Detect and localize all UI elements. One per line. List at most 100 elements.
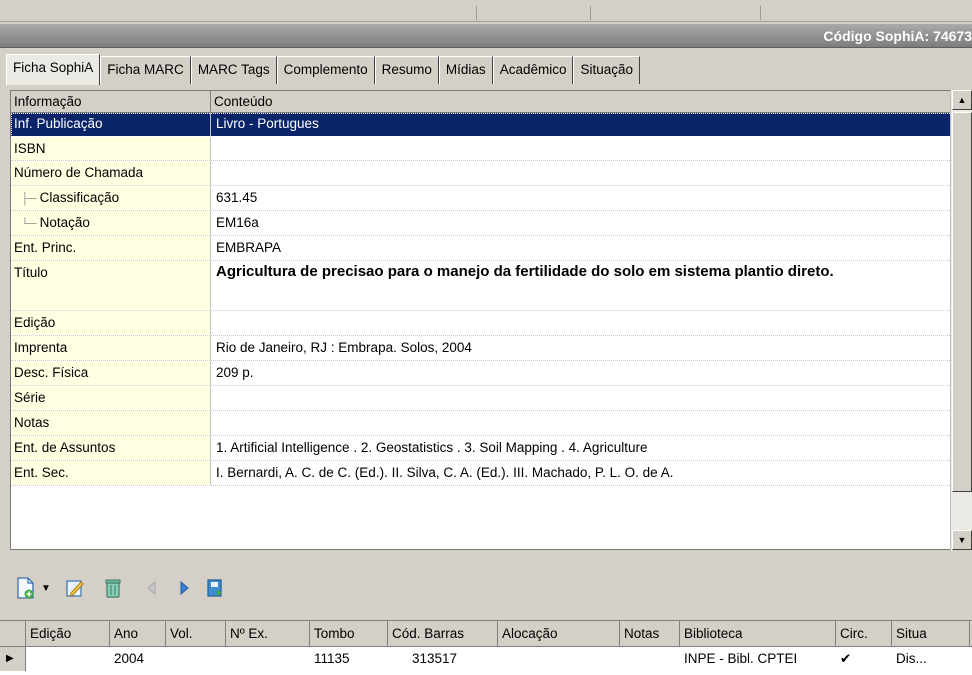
- cell-biblioteca: INPE - Bibl. CPTEI: [684, 651, 798, 666]
- column-header-edicao[interactable]: Edição: [26, 621, 110, 646]
- exemplares-grid: Edição Ano Vol. Nº Ex. Tombo Cód. Barras…: [0, 620, 972, 675]
- cell-vol: [166, 647, 226, 671]
- row-value: [211, 137, 972, 160]
- tab-complemento[interactable]: Complemento: [276, 56, 375, 84]
- grid-row[interactable]: ISBN: [11, 137, 972, 161]
- column-header-circ[interactable]: Circ.: [836, 621, 892, 646]
- grid-row[interactable]: Ent. Sec. I. Bernardi, A. C. de C. (Ed.)…: [11, 461, 972, 486]
- new-document-icon[interactable]: [14, 576, 36, 600]
- codigo-sophia: Código SophiA: 74673: [823, 28, 972, 44]
- grid-row[interactable]: Ent. Princ. EMBRAPA: [11, 236, 972, 261]
- grid-header: Informação Conteúdo: [11, 91, 972, 113]
- exemplares-toolbar: ▼: [0, 570, 972, 606]
- row-label: Notas: [11, 411, 211, 435]
- grid-row[interactable]: Ent. de Assuntos 1. Artificial Intellige…: [11, 436, 972, 461]
- scroll-up-icon[interactable]: ▲: [952, 90, 972, 110]
- row-value-title: Agricultura de precisao para o manejo da…: [216, 263, 834, 280]
- column-header-biblioteca[interactable]: Biblioteca: [680, 621, 836, 646]
- row-label: Desc. Física: [11, 361, 211, 385]
- row-value: Livro - Portugues: [211, 113, 972, 136]
- tab-situacao[interactable]: Situação: [573, 56, 641, 84]
- info-grid: Informação Conteúdo Inf. Publicação Livr…: [10, 90, 972, 550]
- row-label: Número de Chamada: [11, 161, 211, 185]
- row-label: Ent. Sec.: [11, 461, 211, 485]
- row-value: [211, 411, 972, 435]
- scroll-thumb[interactable]: [952, 112, 972, 492]
- cell-circ-check-icon: ✔: [840, 651, 852, 666]
- cell-cod-barras: 313517: [412, 651, 458, 666]
- column-header-informacao[interactable]: Informação: [11, 91, 211, 112]
- grid-row[interactable]: Imprenta Rio de Janeiro, RJ : Embrapa. S…: [11, 336, 972, 361]
- table-row[interactable]: ▶ 2004 11135 313517 INPE - Bibl. CPTEI ✔…: [0, 647, 972, 671]
- vertical-scrollbar[interactable]: ▲ ▼: [950, 90, 972, 550]
- grid-row[interactable]: ├─ Classificação 631.45: [11, 186, 972, 211]
- column-header-notas[interactable]: Notas: [620, 621, 680, 646]
- row-label: Classificação: [39, 190, 120, 205]
- row-label-tree: ├─ Classificação: [11, 186, 211, 210]
- row-value: 1. Artificial Intelligence . 2. Geostati…: [216, 440, 648, 455]
- grid-row[interactable]: └─ Notação EM16a: [11, 211, 972, 236]
- cell-alocacao: [498, 647, 620, 671]
- column-header-situacao[interactable]: Situa: [892, 621, 970, 646]
- row-label: Notação: [39, 215, 90, 230]
- grid-row[interactable]: Título Agricultura de precisao para o ma…: [11, 261, 972, 311]
- delete-icon[interactable]: [102, 576, 124, 600]
- row-label: Edição: [11, 311, 211, 335]
- separator: [760, 6, 761, 20]
- column-header-alocacao[interactable]: Alocação: [498, 621, 620, 646]
- edit-icon[interactable]: [64, 576, 86, 600]
- row-value: 209 p.: [216, 365, 254, 380]
- row-label: ISBN: [11, 137, 211, 160]
- column-header-conteudo[interactable]: Conteúdo: [211, 91, 972, 112]
- row-label: Ent. de Assuntos: [11, 436, 211, 460]
- tab-marc-tags[interactable]: MARC Tags: [190, 56, 277, 84]
- previous-icon[interactable]: [140, 576, 162, 600]
- row-value: I. Bernardi, A. C. de C. (Ed.). II. Silv…: [216, 465, 674, 480]
- row-value: EMBRAPA: [216, 240, 282, 255]
- row-label: Título: [11, 261, 211, 310]
- save-icon[interactable]: [204, 576, 226, 600]
- row-indicator-header: [0, 621, 26, 646]
- row-value: 631.45: [216, 190, 258, 205]
- exemplares-header: Edição Ano Vol. Nº Ex. Tombo Cód. Barras…: [0, 621, 972, 647]
- row-value: Rio de Janeiro, RJ : Embrapa. Solos, 200…: [216, 340, 472, 355]
- current-row-icon: ▶: [0, 647, 26, 671]
- column-header-n-ex[interactable]: Nº Ex.: [226, 621, 310, 646]
- tab-ficha-marc[interactable]: Ficha MARC: [100, 56, 191, 84]
- tab-midias[interactable]: Mídias: [438, 56, 493, 84]
- grid-row[interactable]: Número de Chamada: [11, 161, 972, 186]
- cell-ano: 2004: [114, 651, 145, 666]
- column-header-tombo[interactable]: Tombo: [310, 621, 388, 646]
- separator: [590, 6, 591, 20]
- scroll-down-icon[interactable]: ▼: [952, 530, 972, 550]
- row-label: Inf. Publicação: [11, 113, 211, 136]
- cell-tombo: 11135: [314, 651, 350, 666]
- cell-notas: [620, 647, 680, 671]
- dropdown-arrow-icon[interactable]: ▼: [40, 576, 52, 600]
- top-strip: [0, 0, 972, 22]
- cell-edicao: [26, 647, 110, 671]
- tree-branch-icon: ├─: [21, 193, 37, 205]
- tab-academico[interactable]: Acadêmico: [492, 56, 574, 84]
- grid-row[interactable]: Edição: [11, 311, 972, 336]
- tree-branch-end-icon: └─: [21, 218, 37, 230]
- tab-bar: Ficha SophiA Ficha MARC MARC Tags Comple…: [6, 54, 641, 85]
- next-icon[interactable]: [174, 576, 196, 600]
- grid-row[interactable]: Inf. Publicação Livro - Portugues: [11, 113, 972, 137]
- grid-row[interactable]: Desc. Física 209 p.: [11, 361, 972, 386]
- column-header-ano[interactable]: Ano: [110, 621, 166, 646]
- cell-situacao: Dis...: [896, 651, 927, 666]
- column-header-cod-barras[interactable]: Cód. Barras: [388, 621, 498, 646]
- grid-row[interactable]: Notas: [11, 411, 972, 436]
- row-label: Imprenta: [11, 336, 211, 360]
- grid-row[interactable]: Série: [11, 386, 972, 411]
- tab-resumo[interactable]: Resumo: [374, 56, 439, 84]
- row-value: [211, 161, 972, 185]
- tab-ficha-sophia[interactable]: Ficha SophiA: [6, 54, 101, 85]
- row-label: Série: [11, 386, 211, 410]
- row-value: [211, 386, 972, 410]
- column-header-vol[interactable]: Vol.: [166, 621, 226, 646]
- row-label: Ent. Princ.: [11, 236, 211, 260]
- cell-n-ex: [226, 647, 310, 671]
- separator: [476, 6, 477, 20]
